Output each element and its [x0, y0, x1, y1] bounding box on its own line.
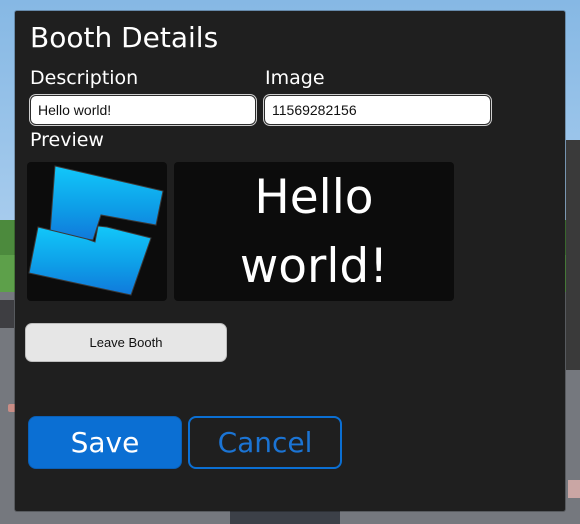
preview-text-panel: Hello world!: [174, 162, 454, 301]
preview-label: Preview: [30, 129, 104, 151]
leave-booth-button[interactable]: Leave Booth: [25, 323, 227, 362]
scenery-detail-right: [568, 480, 580, 498]
description-label: Description: [30, 67, 139, 89]
booth-details-dialog: Booth Details Description Image Preview …: [15, 11, 565, 511]
preview-image: [27, 162, 167, 301]
save-button[interactable]: Save: [28, 416, 182, 469]
description-input[interactable]: [30, 95, 256, 125]
dialog-title: Booth Details: [30, 21, 219, 54]
image-label: Image: [265, 67, 325, 89]
roblox-logo-icon: [28, 165, 164, 296]
cancel-button[interactable]: Cancel: [188, 416, 342, 469]
booth-post: [566, 140, 580, 370]
preview-text: Hello world!: [239, 169, 389, 294]
image-id-input[interactable]: [264, 95, 491, 125]
bench-edge: [0, 300, 14, 328]
